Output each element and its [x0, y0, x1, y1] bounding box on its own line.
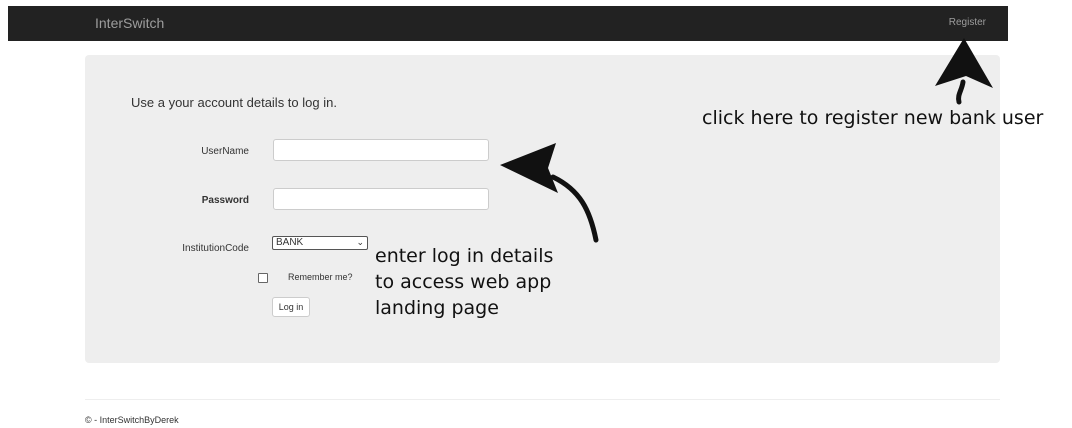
footer-copyright: © - InterSwitchByDerek [85, 415, 179, 425]
curved-arrow-icon [500, 143, 599, 243]
annotation-arrows [500, 38, 993, 243]
footer-divider [85, 399, 1000, 400]
up-arrow-icon [935, 38, 993, 105]
